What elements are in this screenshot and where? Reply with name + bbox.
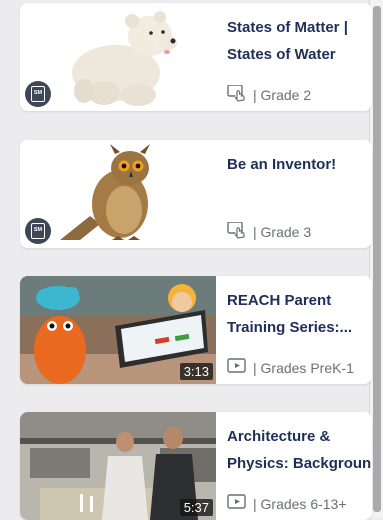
card-meta: | Grades PreK-1 [227,358,372,378]
video-duration: 5:37 [179,499,213,516]
card-title-line1[interactable]: REACH Parent [227,287,372,314]
card-title[interactable]: Architecture & Physics: Backgroun [227,423,372,477]
interactive-hand-icon [227,85,247,105]
card-meta: | Grades 6-13+ [227,494,372,514]
thumbnail-lab[interactable]: 5:37 [20,412,216,520]
card-title-line2[interactable]: States of Water [227,41,372,68]
interactive-hand-icon [227,222,247,242]
card-title-line1[interactable]: Be an Inventor! [227,151,372,178]
resource-card[interactable]: 3:13 REACH Parent Training Series:... | … [20,276,372,384]
card-title-line1[interactable]: States of Matter | [227,14,372,41]
card-title-line1[interactable]: Architecture & [227,423,372,450]
sm-badge-icon: SM [25,218,51,244]
card-title[interactable]: States of Matter | States of Water [227,14,372,68]
resource-card[interactable]: SM States of Matter | States of Water | … [20,3,372,111]
thumbnail-polar-bear[interactable]: SM [20,3,216,111]
card-title[interactable]: REACH Parent Training Series:... [227,287,372,341]
video-play-icon [227,494,247,514]
grade-label: | Grades PreK-1 [253,360,354,376]
scrollbar-thumb[interactable] [373,6,381,512]
card-title-line2[interactable]: Physics: Backgroun [227,450,372,477]
thumbnail-puppets[interactable]: 3:13 [20,276,216,384]
sm-badge-icon: SM [25,81,51,107]
resource-card[interactable]: SM Be an Inventor! | Grade 3 [20,140,372,248]
video-duration: 3:13 [179,363,213,380]
card-meta: | Grade 2 [227,85,372,105]
thumbnail-owl[interactable]: SM [20,140,216,248]
grade-label: | Grades 6-13+ [253,496,347,512]
grade-label: | Grade 2 [253,87,312,103]
resource-card[interactable]: 5:37 Architecture & Physics: Backgroun |… [20,412,372,520]
card-title[interactable]: Be an Inventor! [227,151,372,178]
card-meta: | Grade 3 [227,222,372,242]
grade-label: | Grade 3 [253,224,312,240]
video-play-icon [227,358,247,378]
card-title-line2[interactable]: Training Series:... [227,314,372,341]
